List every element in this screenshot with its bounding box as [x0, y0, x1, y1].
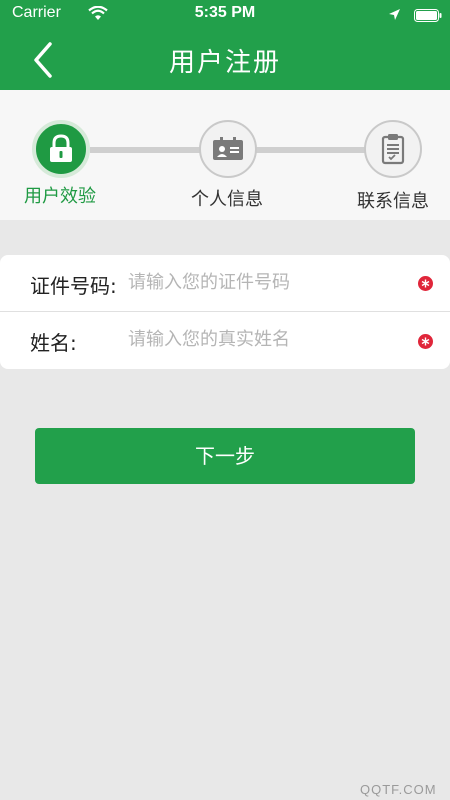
next-step-button[interactable]: 下一步 — [35, 428, 415, 484]
step-3-label: 联系信息 — [357, 191, 429, 212]
id-number-row: 证件号码: — [0, 255, 450, 312]
step-3-circle — [364, 120, 422, 178]
id-number-label: 证件号码: — [30, 274, 117, 298]
id-number-input[interactable] — [128, 267, 403, 297]
battery-icon — [414, 9, 442, 22]
id-card-icon — [213, 137, 243, 160]
required-icon — [418, 276, 433, 291]
name-row: 姓名: — [0, 312, 450, 368]
location-arrow-icon — [389, 9, 400, 20]
status-bar: Carrier 5:35 PM — [0, 0, 450, 28]
lock-icon — [50, 134, 72, 162]
nav-bar: 用户注册 — [0, 28, 450, 90]
status-time: 5:35 PM — [194, 4, 256, 21]
registration-form: 证件号码: 姓名: — [0, 255, 450, 369]
page-title: 用户注册 — [168, 48, 281, 78]
step-1-label: 用户效验 — [24, 186, 96, 207]
step-2-circle — [199, 120, 257, 178]
step-connector — [255, 147, 367, 153]
step-2-label: 个人信息 — [191, 189, 263, 210]
required-icon — [418, 334, 433, 349]
step-1-circle — [32, 120, 90, 178]
step-indicator: 用户效验 个人信息 联系信息 — [0, 90, 450, 220]
name-label: 姓名: — [30, 331, 77, 355]
watermark: QQTF.COM — [360, 782, 437, 797]
clipboard-icon — [381, 134, 405, 165]
name-input[interactable] — [128, 324, 403, 354]
step-connector — [90, 147, 202, 153]
